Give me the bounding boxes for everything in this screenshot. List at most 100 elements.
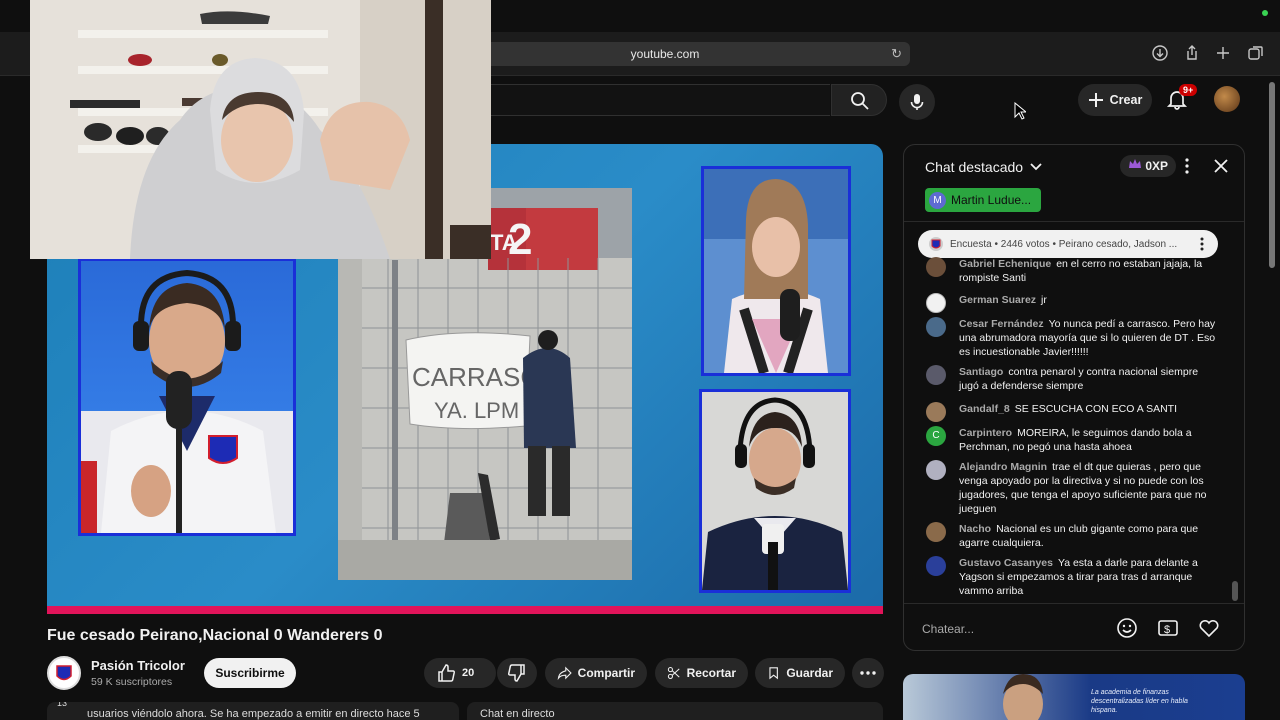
chat-input-row: Chatear... $ xyxy=(904,603,1244,650)
chat-text: SE ESCUCHA CON ECO A SANTI xyxy=(1014,403,1177,415)
xp-badge[interactable]: 0XP xyxy=(1120,155,1177,177)
chat-avatar[interactable] xyxy=(926,460,946,480)
chat-avatar[interactable] xyxy=(926,293,946,313)
status-dot xyxy=(1262,10,1268,16)
plus-icon xyxy=(1088,93,1103,107)
share-icon[interactable] xyxy=(1183,44,1201,62)
host-left-image xyxy=(81,269,293,533)
xp-value: 0XP xyxy=(1145,159,1169,173)
more-horizontal-icon xyxy=(860,671,876,675)
channel-name[interactable]: Pasión Tricolor xyxy=(91,658,185,673)
chat-author[interactable]: Nacho xyxy=(959,523,991,535)
chat-avatar[interactable] xyxy=(926,365,946,385)
chat-message: Gandalf_8 SE ESCUCHA CON ECO A SANTI xyxy=(926,402,1216,422)
live-viewers-text: usuarios viéndolo ahora. Se ha empezado … xyxy=(87,708,420,720)
chat-options-button[interactable] xyxy=(1178,157,1196,175)
search-button[interactable] xyxy=(831,84,887,116)
search-input[interactable] xyxy=(490,84,830,116)
tabs-icon[interactable] xyxy=(1247,44,1265,62)
like-button[interactable]: 20 xyxy=(424,658,496,688)
chat-message: Santiago contra penarol y contra nacional… xyxy=(926,365,1216,393)
chat-author[interactable]: Alejandro Magnin xyxy=(959,461,1047,473)
download-icon[interactable] xyxy=(1151,44,1169,62)
host-bottom-right-image xyxy=(702,392,848,590)
save-button[interactable]: Guardar xyxy=(755,658,845,688)
super-chat-button[interactable]: $ xyxy=(1157,617,1181,641)
page-scrollbar[interactable] xyxy=(1269,82,1275,268)
reload-icon[interactable]: ↻ xyxy=(891,42,902,66)
description-box[interactable]: 13 usuarios viéndolo ahora. Se ha empeza… xyxy=(47,702,459,720)
chat-author[interactable]: Gandalf_8 xyxy=(959,403,1010,415)
poll-banner[interactable]: Encuesta • 2446 votos • Peirano cesado, … xyxy=(918,230,1218,258)
create-button[interactable]: Crear xyxy=(1078,84,1152,116)
host-left-panel xyxy=(78,258,296,536)
like-chat-button[interactable] xyxy=(1198,617,1222,641)
chat-message: Gabriel Echenique en el cerro no estaban … xyxy=(926,257,1216,285)
chat-message: C Carpintero MOREIRA, le seguimos dando b… xyxy=(926,426,1216,454)
bookmark-icon xyxy=(769,667,778,680)
pinned-user-initial: M xyxy=(929,191,946,209)
chat-message: Nacho Nacional es un club gigante como pa… xyxy=(926,522,1216,550)
host-top-right-image xyxy=(704,169,848,373)
pinned-user-chip[interactable]: M Martin Ludue... xyxy=(925,188,1042,212)
chat-text: jr xyxy=(1041,294,1047,306)
chat-author[interactable]: Cesar Fernández xyxy=(959,318,1044,330)
pinned-user-name: Martin Ludue... xyxy=(951,193,1032,207)
channel-avatar[interactable] xyxy=(47,656,81,690)
search-icon xyxy=(851,92,869,110)
chat-author[interactable]: German Suarez xyxy=(959,294,1036,306)
new-tab-icon[interactable] xyxy=(1214,44,1232,62)
live-chat-panel: Chat destacado 0XP M Martin Ludue... Enc… xyxy=(903,144,1245,651)
dollar-card-icon: $ xyxy=(1158,620,1178,636)
scissors-icon xyxy=(667,667,680,679)
close-chat-button[interactable] xyxy=(1212,157,1230,175)
chat-message: German Suarez jr xyxy=(926,293,1216,313)
like-count: 20 xyxy=(462,667,475,679)
subscriber-count: 59 K suscriptores xyxy=(91,676,173,688)
chat-message: Gustavo Casanyes Ya esta a darle para del… xyxy=(926,556,1216,598)
subscribe-button[interactable]: Suscribirme xyxy=(204,658,296,688)
chat-avatar[interactable]: C xyxy=(926,426,946,446)
chat-author[interactable]: Carpintero xyxy=(959,427,1012,439)
thumbs-up-icon xyxy=(438,664,455,682)
close-icon xyxy=(1214,159,1228,173)
chat-author[interactable]: Gabriel Echenique xyxy=(959,258,1051,270)
crown-icon xyxy=(1129,159,1141,168)
svg-text:$: $ xyxy=(1164,624,1170,636)
account-avatar[interactable] xyxy=(1214,86,1240,112)
poll-more-icon[interactable] xyxy=(1196,237,1208,251)
address-text: youtube.com xyxy=(630,47,700,61)
heart-icon xyxy=(1199,619,1219,638)
ad-card[interactable]: La academia de finanzas descentralizadas… xyxy=(903,674,1245,720)
chat-message: Alejandro Magnin trae el dt que quieras ,… xyxy=(926,460,1216,516)
live-chat-replay-box[interactable]: Chat en directo xyxy=(467,702,883,720)
chevron-down-icon xyxy=(1030,163,1042,171)
voice-search-button[interactable] xyxy=(899,84,935,120)
chat-author[interactable]: Santiago xyxy=(959,366,1003,378)
ad-text: La academia de finanzas descentralizadas… xyxy=(1091,689,1188,714)
chat-avatar[interactable] xyxy=(926,257,946,277)
chat-message: Cesar Fernández Yo nunca pedí a carrasco.… xyxy=(926,317,1216,359)
share-button[interactable]: Compartir xyxy=(545,658,647,688)
chat-text: Nacional es un club gigante como para qu… xyxy=(959,523,1199,549)
notification-count-badge: 9+ xyxy=(1179,84,1198,96)
chat-avatar[interactable] xyxy=(926,402,946,422)
mouse-cursor-icon xyxy=(1014,102,1026,120)
save-label: Guardar xyxy=(786,666,833,680)
chat-author[interactable]: Gustavo Casanyes xyxy=(959,557,1053,569)
chat-mode-selector[interactable]: Chat destacado xyxy=(925,159,1042,175)
chat-scrollbar[interactable] xyxy=(1232,581,1238,601)
more-actions-button[interactable] xyxy=(852,658,884,688)
video-progress-bar[interactable] xyxy=(47,606,883,614)
smiley-icon xyxy=(1117,618,1137,638)
live-chat-label: Chat en directo xyxy=(480,708,555,720)
chat-avatar[interactable] xyxy=(926,317,946,337)
chat-avatar[interactable] xyxy=(926,556,946,576)
streamer-webcam xyxy=(30,0,491,259)
address-bar[interactable]: youtube.com ↻ xyxy=(420,42,910,66)
protest-sign-text-2: YA. LPM xyxy=(434,398,519,423)
chat-avatar[interactable] xyxy=(926,522,946,542)
dislike-button[interactable] xyxy=(497,658,537,688)
clip-button[interactable]: Recortar xyxy=(655,658,748,688)
emoji-button[interactable] xyxy=(1116,617,1140,641)
